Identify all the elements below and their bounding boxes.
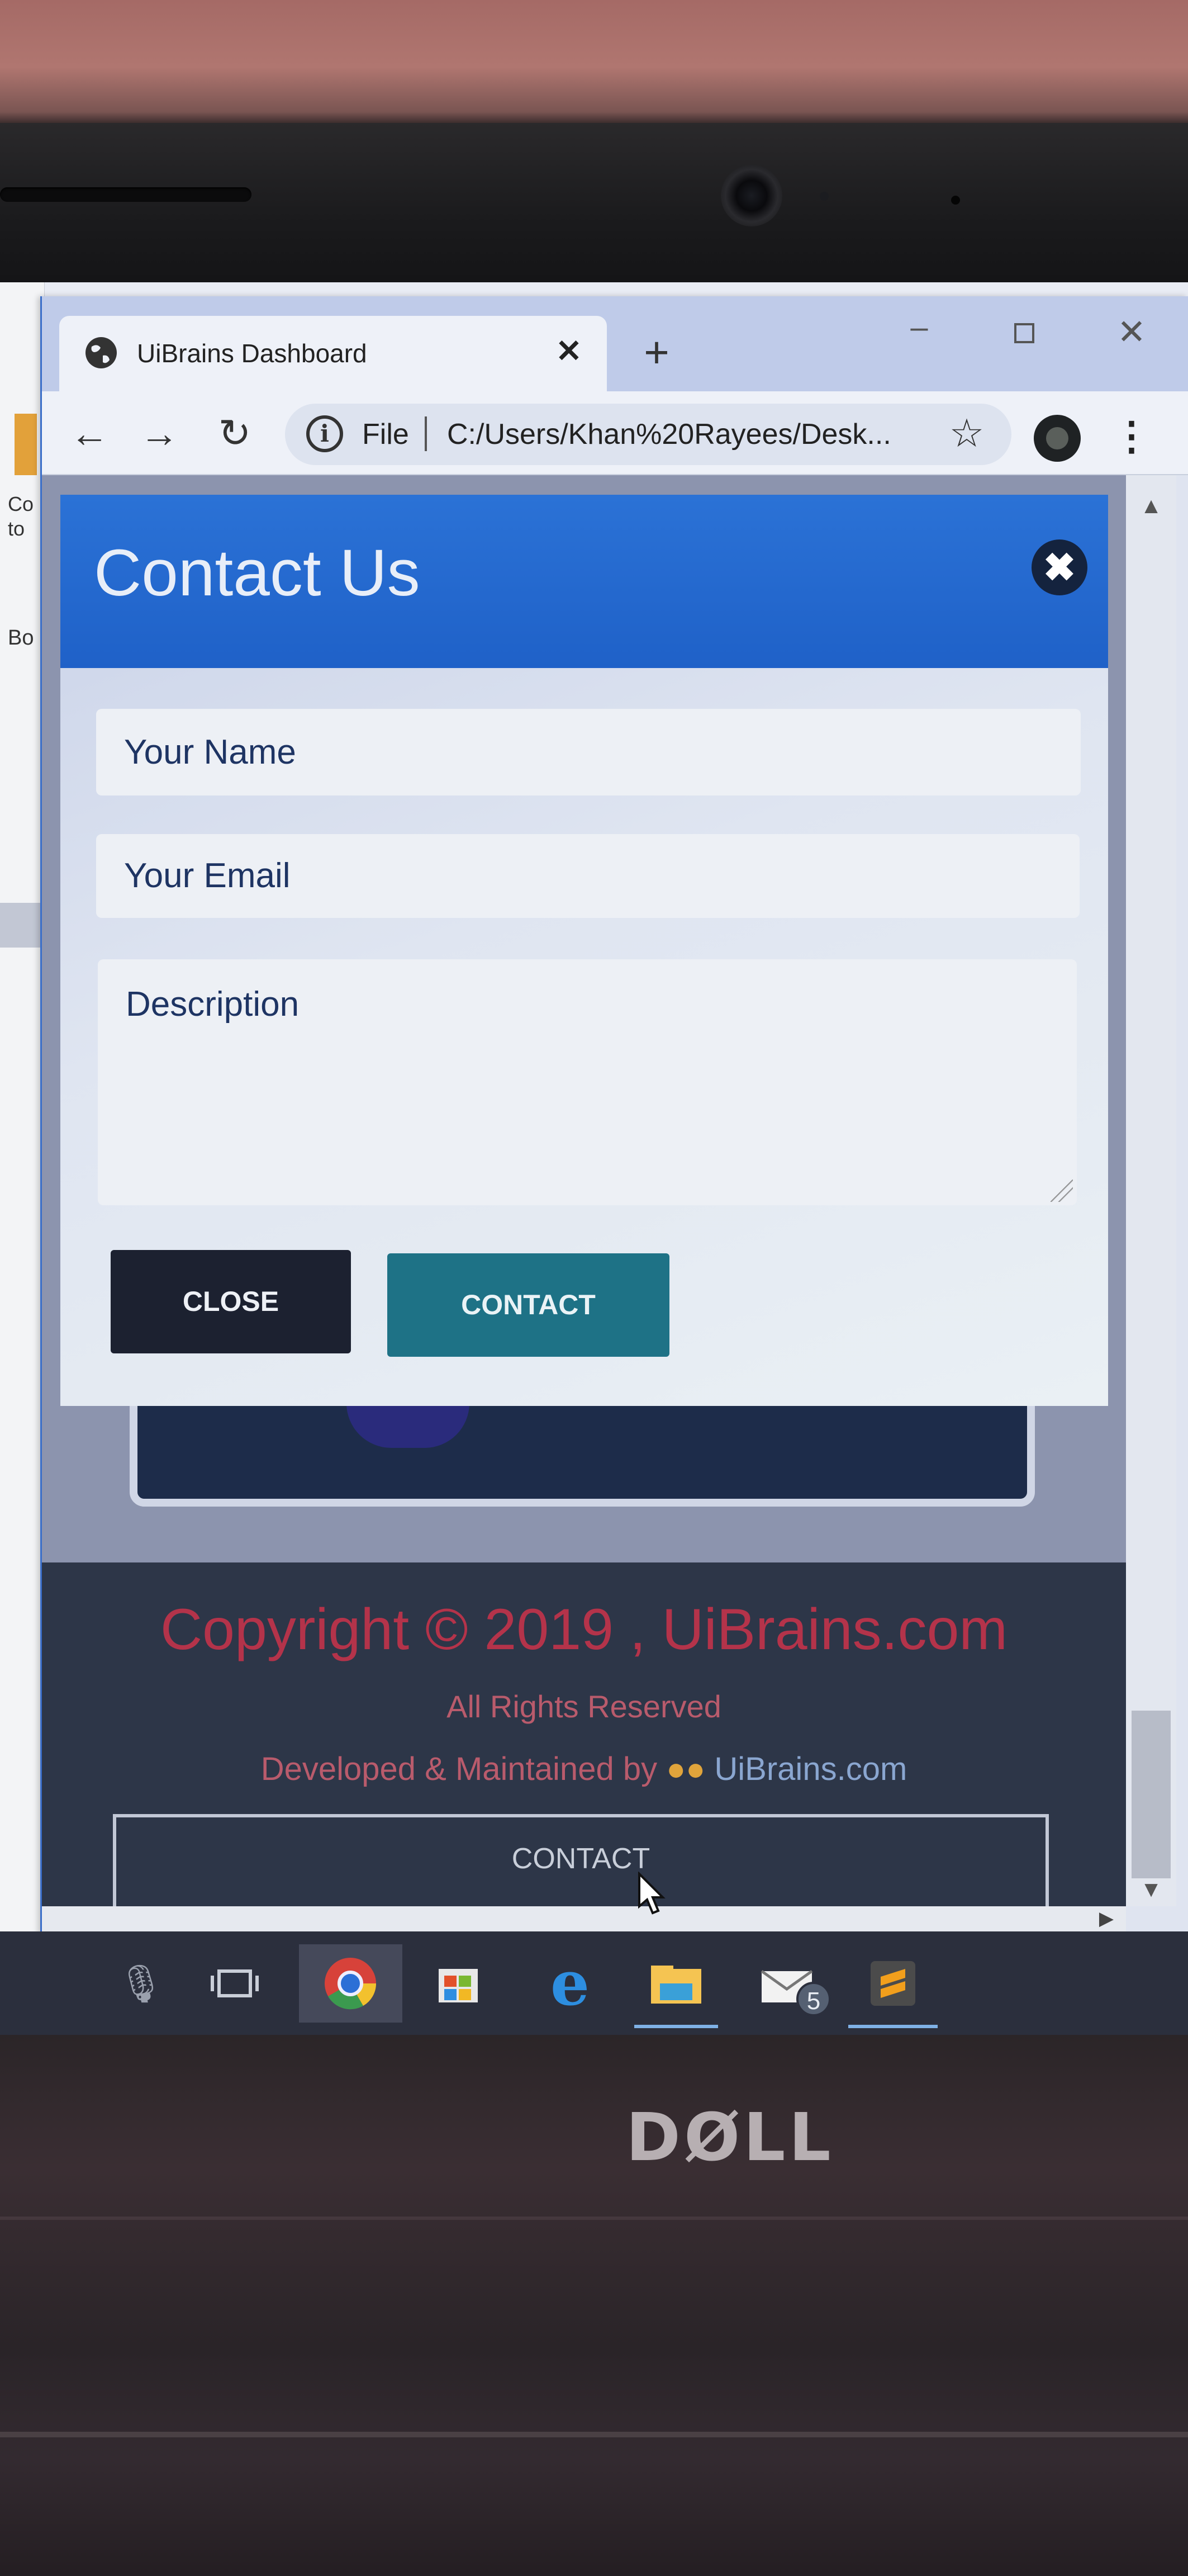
background-window-text: Co to bbox=[8, 493, 34, 540]
microphone-icon[interactable]: 🎙 bbox=[117, 1944, 164, 2023]
back-arrow-icon[interactable]: ← bbox=[64, 408, 115, 458]
laptop-bottom-bezel bbox=[0, 2035, 1188, 2576]
mouse-cursor-icon bbox=[637, 1871, 671, 1916]
developer-credit: Developed & Maintained by ●● UiBrains.co… bbox=[42, 1747, 1126, 1792]
horizontal-scrollbar[interactable] bbox=[42, 1906, 1126, 1931]
background-window-bar bbox=[0, 903, 45, 948]
vertical-scrollbar[interactable] bbox=[1126, 475, 1176, 1906]
tab-title: UiBrains Dashboard bbox=[137, 339, 367, 368]
new-tab-button[interactable]: + bbox=[637, 330, 676, 375]
minimize-icon[interactable]: – bbox=[900, 311, 939, 352]
scroll-right-icon[interactable]: ▶ bbox=[1092, 1906, 1120, 1931]
url-text[interactable]: C:/Users/Khan%20Rayees/Desk... bbox=[447, 415, 939, 454]
explorer-active-indicator bbox=[634, 2025, 718, 2028]
camera-led bbox=[951, 196, 960, 205]
url-scheme-label: File bbox=[362, 418, 409, 451]
maximize-icon[interactable] bbox=[1014, 323, 1034, 343]
contact-button[interactable]: CONTACT bbox=[387, 1253, 669, 1357]
resize-grip-icon[interactable] bbox=[1051, 1180, 1073, 1202]
webcam bbox=[721, 165, 782, 226]
sublime-active-indicator bbox=[848, 2025, 938, 2028]
task-view-icon[interactable] bbox=[207, 1944, 263, 2023]
store-icon[interactable] bbox=[422, 1944, 495, 2023]
edge-icon[interactable]: e bbox=[534, 1944, 606, 2023]
copyright-text: Copyright © 2019 , UiBrains.com bbox=[160, 1597, 1008, 1662]
menu-dots-icon[interactable]: ⋮ bbox=[1112, 411, 1151, 461]
users-icon: ●● bbox=[666, 1751, 706, 1787]
file-explorer-icon[interactable] bbox=[634, 1944, 718, 2023]
window-close-icon[interactable]: ✕ bbox=[1112, 313, 1151, 352]
info-icon[interactable]: i bbox=[306, 415, 343, 452]
mail-unread-badge: 5 bbox=[796, 1982, 831, 2016]
description-field[interactable]: Description bbox=[98, 959, 1077, 1205]
background-window-text: Bo bbox=[8, 626, 34, 650]
forward-arrow-icon[interactable]: → bbox=[134, 408, 184, 458]
sublime-text-icon[interactable] bbox=[848, 1944, 938, 2023]
star-icon[interactable]: ☆ bbox=[944, 411, 989, 456]
email-field[interactable]: Your Email bbox=[96, 834, 1080, 918]
rights-text: All Rights Reserved bbox=[446, 1689, 721, 1724]
close-button[interactable]: CLOSE bbox=[111, 1250, 351, 1353]
tab-close-icon[interactable]: ✕ bbox=[552, 334, 586, 368]
developer-label: Developed & Maintained by bbox=[260, 1751, 658, 1787]
url-separator bbox=[425, 416, 427, 451]
background-window-icon bbox=[15, 414, 37, 475]
name-field[interactable]: Your Name bbox=[96, 709, 1081, 795]
scrollbar-thumb[interactable] bbox=[1132, 1711, 1171, 1878]
globe-icon bbox=[84, 335, 118, 370]
modal-title: Contact Us bbox=[94, 536, 420, 610]
reload-icon[interactable]: ↻ bbox=[210, 408, 260, 458]
footer-contact-label: CONTACT bbox=[511, 1843, 650, 1875]
scroll-down-icon[interactable]: ▼ bbox=[1134, 1876, 1168, 1903]
developer-site-link[interactable]: UiBrains.com bbox=[714, 1751, 907, 1787]
laptop-top-bezel bbox=[0, 123, 1188, 291]
close-icon[interactable]: ✖ bbox=[1032, 539, 1087, 595]
bezel-edge bbox=[0, 2217, 1188, 2220]
chrome-icon[interactable] bbox=[299, 1944, 402, 2023]
scroll-up-icon[interactable]: ▲ bbox=[1134, 492, 1168, 520]
brand-logo: DØLL bbox=[626, 2099, 834, 2176]
camera-sensor bbox=[820, 192, 829, 201]
extension-icon-inner bbox=[1046, 427, 1068, 449]
bezel-slot bbox=[0, 187, 251, 202]
bezel-edge bbox=[0, 2432, 1188, 2437]
